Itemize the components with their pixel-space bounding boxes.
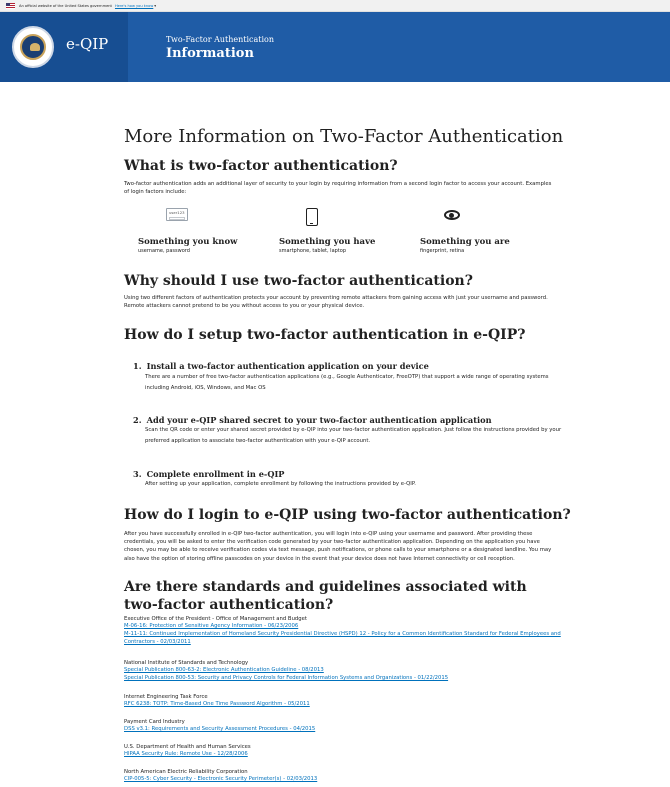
eye-icon [444, 210, 460, 220]
standard-link[interactable]: CIP-005-5: Cyber Security - Electronic S… [124, 775, 564, 783]
gov-banner: An official website of the United States… [0, 0, 670, 12]
standards-group-ietf: Internet Engineering Task Force RFC 6238… [124, 694, 564, 708]
password-field-icon: user123 [166, 208, 188, 221]
step-3-title: 3. Complete enrollment in e-QIP [133, 469, 285, 479]
standards-group-hhs: U.S. Department of Health and Human Serv… [124, 744, 564, 758]
standards-heading: Are there standards and guidelines assoc… [124, 579, 527, 613]
login-heading: How do I login to e-QIP using two-factor… [124, 507, 571, 523]
login-text: After you have successfully enrolled in … [124, 531, 552, 562]
gov-banner-text: An official website of the United States… [19, 3, 112, 8]
factor-label: Something you are [420, 237, 510, 247]
standard-link[interactable]: M-06-16: Protection of Sensitive Agency … [124, 622, 564, 630]
us-flag-icon [6, 2, 15, 9]
what-text: Two-factor authentication adds an additi… [124, 181, 552, 196]
standard-link[interactable]: DSS v3.1: Requirements and Security Asse… [124, 725, 564, 733]
page-title: More Information on Two-Factor Authentic… [124, 126, 564, 147]
standard-link[interactable]: Special Publication 800-53: Security and… [124, 674, 564, 682]
smartphone-icon [306, 208, 318, 226]
standards-group-nerc: North American Electric Reliability Corp… [124, 769, 564, 783]
standards-group-omb: Executive Office of the President - Offi… [124, 616, 564, 647]
header-title: Information [166, 46, 254, 61]
header-subtitle: Two-Factor Authentication [166, 35, 275, 44]
brand-name[interactable]: e-QIP [66, 35, 108, 53]
standard-link[interactable]: M-11-11: Continued Implementation of Hom… [124, 630, 564, 646]
why-text: Using two different factors of authentic… [124, 295, 548, 310]
factor-label: Something you have [279, 237, 376, 247]
standards-group-nist: National Institute of Standards and Tech… [124, 660, 564, 682]
step-3-text: After setting up your application, compl… [145, 481, 416, 487]
setup-heading: How do I setup two-factor authentication… [124, 327, 526, 343]
standard-link[interactable]: HIPAA Security Rule: Remote Use - 12/28/… [124, 750, 564, 758]
standard-link[interactable]: Special Publication 800-63-2: Electronic… [124, 666, 564, 674]
main-content: More Information on Two-Factor Authentic… [0, 82, 670, 787]
factor-sub: fingerprint, retina [420, 248, 465, 254]
factor-know: Something you know username, password [138, 237, 268, 254]
factor-sub: username, password [138, 248, 190, 254]
why-heading: Why should I use two-factor authenticati… [124, 273, 473, 289]
agency-seal-icon [12, 26, 54, 68]
step-2-text: Scan the QR code or enter your shared se… [145, 427, 562, 445]
factor-label: Something you know [138, 237, 238, 247]
factor-are: Something you are fingerprint, retina [420, 237, 550, 254]
step-1-text: There are a number of free two-factor au… [145, 374, 549, 392]
site-header: e-QIP Two-Factor Authentication Informat… [0, 12, 670, 82]
header-brand-panel: e-QIP [0, 12, 128, 82]
factor-sub: smartphone, tablet, laptop [279, 248, 347, 254]
step-1-title: 1. Install a two-factor authentication a… [133, 361, 429, 371]
gov-banner-link[interactable]: Here's how you know [115, 4, 153, 8]
chevron-down-icon: ▾ [154, 3, 157, 8]
standards-group-pci: Payment Card Industry DSS v3.1: Requirem… [124, 719, 564, 733]
factor-have: Something you have smartphone, tablet, l… [279, 237, 409, 254]
what-heading: What is two-factor authentication? [124, 158, 398, 174]
standard-link[interactable]: RFC 6238: TOTP: Time-Based One Time Pass… [124, 700, 564, 708]
